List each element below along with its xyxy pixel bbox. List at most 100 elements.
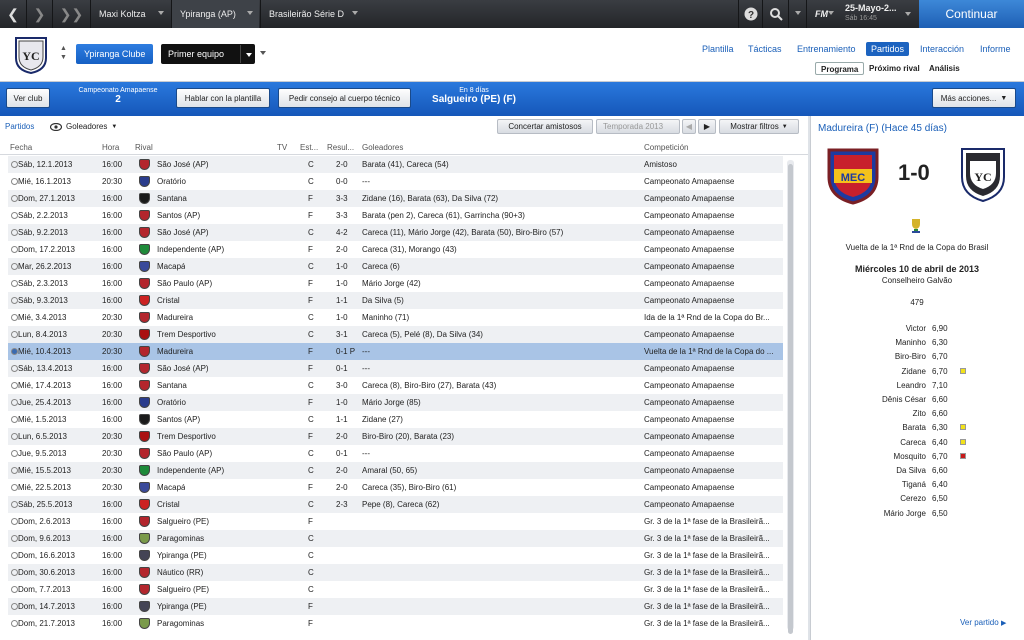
date-dropdown-icon[interactable] xyxy=(905,12,911,16)
table-row[interactable]: Mié, 3.4.2013 20:30 Madureira C 1-0 Maninho (… xyxy=(8,309,783,326)
cell-opponent[interactable]: Oratório xyxy=(157,398,186,407)
player-name[interactable]: Zito xyxy=(913,409,926,418)
player-name[interactable]: Zidane xyxy=(902,367,926,376)
table-row[interactable]: Sáb, 9.3.2013 16:00 Cristal F 1-1 Da Silva (5… xyxy=(8,292,783,309)
player-name[interactable]: Careca xyxy=(900,438,926,447)
table-row[interactable]: Sáb, 12.1.2013 16:00 São José (AP) C 2-0 Bara… xyxy=(8,156,783,173)
fm-menu[interactable]: FM xyxy=(806,0,840,28)
cell-opponent[interactable]: Madureira xyxy=(157,313,193,322)
back-icon[interactable]: ❮ xyxy=(0,0,26,28)
player-name[interactable]: Dênis César xyxy=(882,395,926,404)
player-name[interactable]: Leandro xyxy=(897,381,926,390)
nav-partidos[interactable]: Partidos xyxy=(866,42,910,56)
cell-opponent[interactable]: Macapá xyxy=(157,483,185,492)
team-dropdown-icon[interactable] xyxy=(240,45,256,63)
competition-position[interactable]: Campeonato Amapaense 2 xyxy=(64,87,172,105)
col-tv[interactable]: TV xyxy=(277,143,287,152)
forward-icon[interactable]: ❯ xyxy=(26,0,52,28)
player-name[interactable]: Da Silva xyxy=(896,466,926,475)
table-row[interactable]: Dom, 17.2.2013 16:00 Independente (AP) F 2-0… xyxy=(8,241,783,258)
cell-opponent[interactable]: Paragominas xyxy=(157,619,204,628)
table-row[interactable]: Mié, 1.5.2013 16:00 Santos (AP) C 1-1 Zidane … xyxy=(8,411,783,428)
tab-manager[interactable]: Maxi Koltza xyxy=(90,0,170,28)
cell-opponent[interactable]: São José (AP) xyxy=(157,160,209,169)
season-selector[interactable]: Temporada 2013 xyxy=(596,119,680,134)
search-icon[interactable] xyxy=(762,0,788,28)
cell-opponent[interactable]: Madureira xyxy=(157,347,193,356)
next-match-info[interactable]: En 8 días Salgueiro (PE) (F) xyxy=(428,87,520,105)
continue-button[interactable]: Continuar xyxy=(919,0,1024,28)
player-name[interactable]: Mosquito xyxy=(894,452,926,461)
view-club-button[interactable]: Ver club xyxy=(6,88,50,108)
arrange-friendlies-button[interactable]: Concertar amistosos xyxy=(497,119,593,134)
show-filters-button[interactable]: Mostrar filtros ▼ xyxy=(719,119,799,134)
table-row[interactable]: Mié, 22.5.2013 20:30 Macapá F 2-0 Careca (35)… xyxy=(8,479,783,496)
table-row[interactable]: Dom, 30.6.2013 16:00 Náutico (RR) C Gr. 3 de… xyxy=(8,564,783,581)
col-goleadores[interactable]: Goleadores xyxy=(362,143,403,152)
cell-opponent[interactable]: Paragominas xyxy=(157,534,204,543)
col-fecha[interactable]: Fecha xyxy=(10,143,32,152)
player-name[interactable]: Maninho xyxy=(895,338,926,347)
view-match-link[interactable]: Ver partido ▶ xyxy=(960,618,1006,627)
cell-opponent[interactable]: Náutico (RR) xyxy=(157,568,203,577)
table-row[interactable]: Dom, 21.7.2013 16:00 Paragominas F Gr. 3 de … xyxy=(8,615,783,632)
table-row[interactable]: Mié, 16.1.2013 20:30 Oratório C 0-0 --- Campeo… xyxy=(8,173,783,190)
col-hora[interactable]: Hora xyxy=(102,143,119,152)
table-row[interactable]: Dom, 27.1.2013 16:00 Santana F 3-3 Zidane (16… xyxy=(8,190,783,207)
player-name[interactable]: Cerezo xyxy=(900,494,926,503)
club-switch-arrows-icon[interactable]: ▲ ▼ xyxy=(60,44,67,62)
fixtures-tab[interactable]: Partidos xyxy=(5,119,34,134)
col-estadio[interactable]: Est... xyxy=(300,143,318,152)
cell-opponent[interactable]: Ypiranga (PE) xyxy=(157,602,207,611)
table-row[interactable]: Lun, 8.4.2013 20:30 Trem Desportivo C 3-1 Car… xyxy=(8,326,783,343)
table-row[interactable]: Mié, 15.5.2013 20:30 Independente (AP) C 2-0… xyxy=(8,462,783,479)
subnav-analisis[interactable]: Análisis xyxy=(924,62,965,75)
cell-opponent[interactable]: Independente (AP) xyxy=(157,466,224,475)
cell-opponent[interactable]: Ypiranga (PE) xyxy=(157,551,207,560)
forward-double-icon[interactable]: ❯❯ xyxy=(52,0,90,28)
goalscorers-view-toggle[interactable]: Goleadores ▼ xyxy=(50,119,117,134)
col-rival[interactable]: Rival xyxy=(135,143,153,152)
cell-opponent[interactable]: Salgueiro (PE) xyxy=(157,585,209,594)
table-row[interactable]: Dom, 7.7.2013 16:00 Salgueiro (PE) C Gr. 3 d… xyxy=(8,581,783,598)
table-row[interactable]: Dom, 2.6.2013 16:00 Salgueiro (PE) F Gr. 3 d… xyxy=(8,513,783,530)
table-row[interactable]: Sáb, 25.5.2013 16:00 Cristal C 2-3 Pepe (8), … xyxy=(8,496,783,513)
cell-opponent[interactable]: Santos (AP) xyxy=(157,211,200,220)
side-title[interactable]: Madureira (F) (Hace 45 días) xyxy=(818,123,947,134)
table-row[interactable]: Mar, 26.2.2013 16:00 Macapá C 1-0 Careca (6) C… xyxy=(8,258,783,275)
nav-tacticas[interactable]: Tácticas xyxy=(748,44,782,54)
table-row[interactable]: Lun, 6.5.2013 20:30 Trem Desportivo F 2-0 Bir… xyxy=(8,428,783,445)
help-icon[interactable]: ? xyxy=(738,0,762,28)
scrollbar[interactable] xyxy=(787,160,794,634)
table-row[interactable]: Jue, 9.5.2013 20:30 São Paulo (AP) C 0-1 --- C… xyxy=(8,445,783,462)
subnav-proximo-rival[interactable]: Próximo rival xyxy=(864,62,925,75)
cell-opponent[interactable]: São José (AP) xyxy=(157,228,209,237)
header-menu-icon[interactable] xyxy=(260,51,266,55)
table-row[interactable]: Mié, 10.4.2013 20:30 Madureira F 0-1 P --- Vue… xyxy=(8,343,783,360)
cell-opponent[interactable]: São José (AP) xyxy=(157,364,209,373)
player-name[interactable]: Biro-Biro xyxy=(895,352,926,361)
col-resultado[interactable]: Resul... xyxy=(327,143,354,152)
tab-competition[interactable]: Brasileirão Série D xyxy=(260,0,364,28)
cell-opponent[interactable]: Salgueiro (PE) xyxy=(157,517,209,526)
nav-plantilla[interactable]: Plantilla xyxy=(702,44,734,54)
cell-opponent[interactable]: Trem Desportivo xyxy=(157,330,216,339)
cell-opponent[interactable]: Independente (AP) xyxy=(157,245,224,254)
table-row[interactable]: Dom, 9.6.2013 16:00 Paragominas C Gr. 3 de l… xyxy=(8,530,783,547)
cell-opponent[interactable]: Macapá xyxy=(157,262,185,271)
table-row[interactable]: Sáb, 9.2.2013 16:00 São José (AP) C 4-2 Carec… xyxy=(8,224,783,241)
season-prev-icon[interactable]: ◀ xyxy=(682,119,696,134)
player-name[interactable]: Barata xyxy=(902,423,926,432)
cell-opponent[interactable]: Cristal xyxy=(157,296,180,305)
search-menu[interactable] xyxy=(788,0,806,28)
nav-informe[interactable]: Informe xyxy=(980,44,1011,54)
nav-entrenamiento[interactable]: Entrenamiento xyxy=(797,44,856,54)
cell-opponent[interactable]: Cristal xyxy=(157,500,180,509)
table-row[interactable]: Dom, 16.6.2013 16:00 Ypiranga (PE) C Gr. 3 d… xyxy=(8,547,783,564)
staff-advice-button[interactable]: Pedir consejo al cuerpo técnico xyxy=(278,88,411,108)
nav-interaccion[interactable]: Interacción xyxy=(920,44,964,54)
player-name[interactable]: Mário Jorge xyxy=(884,509,926,518)
table-row[interactable]: Sáb, 13.4.2013 16:00 São José (AP) F 0-1 --- C… xyxy=(8,360,783,377)
cell-opponent[interactable]: São Paulo (AP) xyxy=(157,449,212,458)
table-row[interactable]: Dom, 14.7.2013 16:00 Ypiranga (PE) F Gr. 3 d… xyxy=(8,598,783,615)
